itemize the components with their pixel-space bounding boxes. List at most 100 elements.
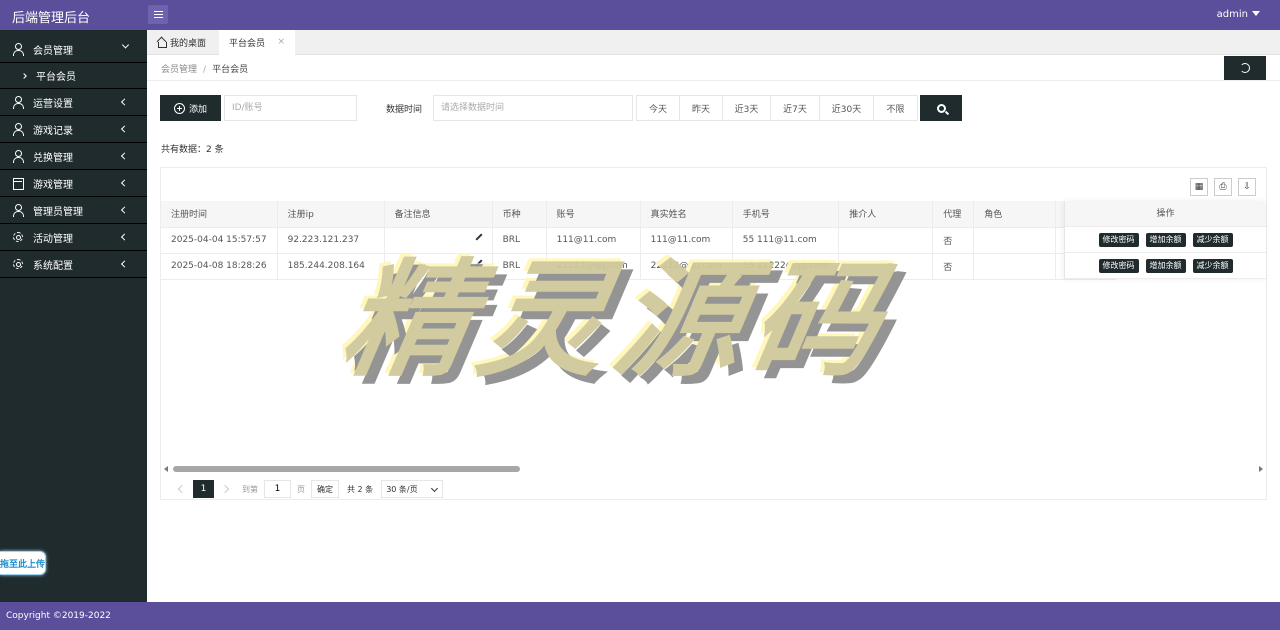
column-header[interactable]: 角色 — [973, 201, 1057, 228]
breadcrumb: 会员管理 / 平台会员 — [161, 62, 248, 75]
current-page[interactable]: 1 — [193, 480, 214, 498]
next-page-icon[interactable] — [220, 484, 230, 494]
user-name: admin — [1216, 9, 1248, 20]
cell-referrer — [838, 253, 934, 280]
search-button[interactable] — [920, 95, 962, 121]
user-menu[interactable]: admin — [1217, 9, 1260, 20]
quick-range-3days[interactable]: 近3天 — [723, 96, 771, 120]
add-balance-button[interactable]: 增加余额 — [1145, 258, 1186, 273]
change-password-button[interactable]: 修改密码 — [1098, 232, 1139, 247]
column-header[interactable]: 注册ip — [277, 201, 385, 228]
sidebar-item-label: 游戏记录 — [33, 125, 73, 137]
tab-platform-member[interactable]: 平台会员 × — [219, 30, 295, 55]
scroll-right-icon[interactable] — [1259, 466, 1263, 472]
sidebar-item-label: 会员管理 — [33, 45, 73, 57]
horizontal-scrollbar[interactable] — [161, 465, 1266, 474]
time-range-input[interactable] — [433, 95, 633, 121]
cell-currency: BRL — [492, 227, 547, 254]
actions-row: 修改密码 增加余额 减少余额 — [1065, 227, 1266, 253]
table-toolbar: ▦ ⎙ ⇩ — [1190, 178, 1256, 196]
sidebar-item-game-manage[interactable]: 游戏管理 — [0, 170, 147, 197]
reduce-balance-button[interactable]: 减少余额 — [1192, 232, 1233, 247]
prev-page-icon[interactable] — [177, 484, 187, 494]
chevron-left-icon — [120, 260, 129, 268]
goto-confirm-button[interactable]: 确定 — [311, 480, 339, 498]
print-icon[interactable]: ⎙ — [1214, 178, 1232, 196]
box-icon — [12, 177, 24, 190]
cell-account: 22222@qq.com — [546, 253, 641, 280]
cell-role — [973, 227, 1057, 254]
sidebar-item-exchange[interactable]: 兑换管理 — [0, 143, 147, 170]
column-header[interactable]: 代理 — [932, 201, 975, 228]
time-label: 数据时间 — [386, 105, 423, 115]
breadcrumb-parent[interactable]: 会员管理 — [161, 65, 197, 75]
scrollbar-thumb[interactable] — [173, 466, 520, 472]
reduce-balance-button[interactable]: 减少余额 — [1192, 258, 1233, 273]
menu-toggle-button[interactable] — [148, 5, 168, 24]
close-icon[interactable]: × — [277, 37, 285, 47]
column-header[interactable]: 备注信息 — [384, 201, 493, 228]
refresh-icon — [1240, 63, 1250, 73]
quick-range-unlimited[interactable]: 不限 — [874, 96, 917, 120]
cell-note[interactable] — [384, 227, 493, 254]
sidebar-item-label: 管理员管理 — [33, 206, 83, 218]
chevron-left-icon — [120, 179, 129, 187]
table-header-row: 注册时间 注册ip 备注信息 币种 账号 真实姓名 手机号 推介人 代理 角色 … — [161, 201, 1117, 228]
chevron-left-icon — [120, 233, 129, 241]
sidebar-item-system[interactable]: 系统配置 — [0, 251, 147, 278]
column-header[interactable]: 币种 — [492, 201, 547, 228]
sidebar-item-activity[interactable]: 活动管理 — [0, 224, 147, 251]
add-balance-button[interactable]: 增加余额 — [1145, 232, 1186, 247]
export-icon[interactable]: ⇩ — [1238, 178, 1256, 196]
add-button[interactable]: 添加 — [160, 95, 221, 121]
sidebar-subitem-platform-member[interactable]: 平台会员 — [0, 63, 147, 89]
page-size-select[interactable]: 30 条/页 — [381, 480, 444, 498]
app-brand: 后端管理后台 — [12, 11, 91, 26]
cell-note[interactable] — [384, 253, 493, 280]
plus-circle-icon — [173, 102, 185, 114]
column-header[interactable]: 真实姓名 — [640, 201, 733, 228]
cell-currency: BRL — [492, 253, 547, 280]
column-header[interactable]: 手机号 — [732, 201, 840, 228]
column-header[interactable]: 账号 — [546, 201, 641, 228]
sidebar-item-label: 系统配置 — [33, 260, 73, 272]
sidebar-item-label: 兑换管理 — [33, 152, 73, 164]
quick-range-7days[interactable]: 近7天 — [771, 96, 820, 120]
quick-range-today[interactable]: 今天 — [637, 96, 680, 120]
pencil-icon[interactable] — [475, 232, 483, 241]
upload-badge[interactable]: 拖至此上传 — [0, 551, 46, 575]
column-header[interactable]: 推介人 — [838, 201, 934, 228]
sidebar-item-admin[interactable]: 管理员管理 — [0, 197, 147, 224]
table-row[interactable]: 2025-04-04 15:57:57 92.223.121.237 BRL 1… — [161, 227, 1117, 254]
home-icon — [157, 38, 167, 48]
quick-range-yesterday[interactable]: 昨天 — [680, 96, 723, 120]
tab-home[interactable]: 我的桌面 — [157, 30, 206, 55]
table-row[interactable]: 2025-04-08 18:28:26 185.244.208.164 BRL … — [161, 253, 1117, 280]
search-input[interactable] — [224, 95, 357, 121]
change-password-button[interactable]: 修改密码 — [1098, 258, 1139, 273]
caret-down-icon — [1252, 11, 1260, 16]
pencil-icon[interactable] — [475, 258, 483, 267]
actions-column: 操作 修改密码 增加余额 减少余额 修改密码 增加余额 减少余额 — [1064, 201, 1266, 279]
cell-reg-ip: 92.223.121.237 — [277, 227, 385, 254]
cell-reg-ip: 185.244.208.164 — [277, 253, 385, 280]
sidebar-item-member[interactable]: 会员管理 — [0, 30, 147, 63]
sidebar-item-operation[interactable]: 运营设置 — [0, 89, 147, 116]
breadcrumb-separator: / — [203, 65, 207, 75]
quick-range-30days[interactable]: 近30天 — [820, 96, 874, 120]
sidebar-item-game-record[interactable]: 游戏记录 — [0, 116, 147, 143]
tab-label: 我的桌面 — [170, 39, 207, 49]
cell-real-name: 22222@qq.com — [640, 253, 733, 280]
column-header[interactable]: 注册时间 — [161, 201, 278, 228]
cell-reg-time: 2025-04-08 18:28:26 — [161, 253, 278, 280]
cell-phone: 55 111@11.com — [732, 227, 840, 254]
scroll-left-icon[interactable] — [164, 466, 168, 472]
goto-page-input[interactable] — [264, 480, 291, 498]
breadcrumb-bar: 会员管理 / 平台会员 — [147, 56, 1280, 81]
user-icon — [12, 123, 24, 136]
refresh-button[interactable] — [1224, 56, 1266, 80]
sidebar-subitem-label: 平台会员 — [36, 72, 76, 83]
sidebar-item-label: 运营设置 — [33, 98, 73, 110]
columns-filter-icon[interactable]: ▦ — [1190, 178, 1208, 196]
footer: Copyright ©2019-2022 — [0, 602, 1280, 630]
